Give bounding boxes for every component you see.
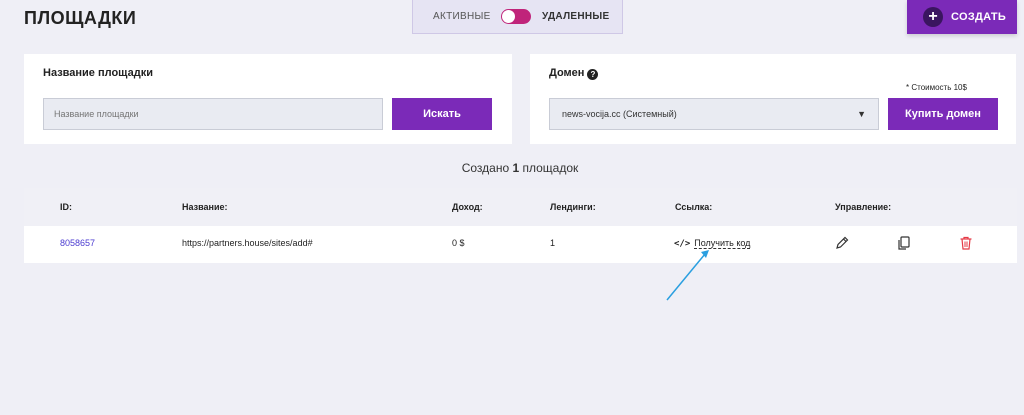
arrow-annotation bbox=[666, 250, 709, 301]
